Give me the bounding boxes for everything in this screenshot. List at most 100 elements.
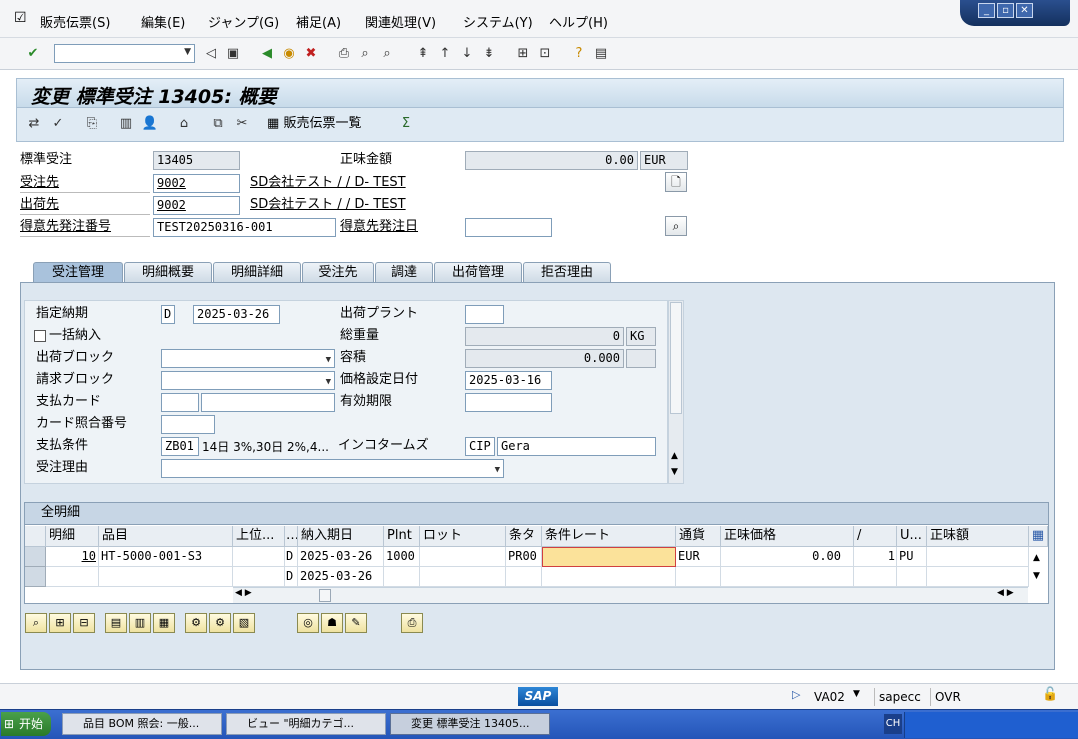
col-header-cond-rate[interactable]: 条件レート <box>542 526 676 547</box>
sales-doc-list-button[interactable]: ▦ 販売伝票一覧 <box>267 115 361 133</box>
taskbar-item-change-order[interactable]: 変更 標準受注 13405... <box>390 713 550 735</box>
enter-check-icon[interactable]: ✔ <box>24 45 42 63</box>
exit-icon[interactable]: ◉ <box>280 45 298 63</box>
shortcut-icon[interactable]: ⊡ <box>536 45 554 63</box>
sum-icon[interactable]: Σ <box>397 115 415 133</box>
back-icon[interactable]: ◀ <box>258 45 276 63</box>
tab-sales[interactable]: 受注管理 <box>33 262 123 283</box>
valid-to-field[interactable] <box>465 393 552 412</box>
sold-to-field[interactable]: 9002 <box>153 174 240 193</box>
menu-icon[interactable]: ☑ <box>14 10 27 26</box>
status-expand-icon[interactable]: ▷ <box>792 688 800 701</box>
find-next-icon[interactable]: ⌕ <box>378 45 396 63</box>
incoterms-field[interactable]: CIP <box>465 437 495 456</box>
table-cell-currency[interactable]: EUR <box>676 547 721 567</box>
incoterms-location-field[interactable]: Gera <box>497 437 656 456</box>
tab-ordering-party[interactable]: 受注先 <box>302 262 374 282</box>
table-cell-plant[interactable] <box>384 567 420 587</box>
partner-icon[interactable]: 👤 <box>141 115 159 133</box>
col-header-net-price[interactable]: 正味価格 <box>721 526 854 547</box>
pricing-date-field[interactable]: 2025-03-16 <box>465 371 552 390</box>
delete-item-icon[interactable]: ✂ <box>233 115 251 133</box>
copy-icon[interactable]: ⧉ <box>209 115 227 133</box>
table-cell-cond-type[interactable] <box>506 567 542 587</box>
table-cell-item[interactable] <box>46 567 99 587</box>
menu-extras[interactable]: 補足(A) <box>296 12 341 31</box>
column-config-icon[interactable]: ▦ <box>1029 526 1048 547</box>
col-header-deliv-date[interactable]: 納入期日 <box>298 526 384 547</box>
table-cell-cond-type[interactable]: PR00 <box>506 547 542 567</box>
table-cell-per[interactable]: 1 <box>854 547 897 567</box>
header-details-icon[interactable]: ▥ <box>117 115 135 133</box>
card-verification-field[interactable] <box>161 415 215 434</box>
check-icon[interactable]: ✓ <box>49 115 67 133</box>
table-cell-higher-level[interactable] <box>233 567 285 587</box>
taskbar-item-bom[interactable]: 品目 BOM 照会: 一般... <box>62 713 222 735</box>
col-header-batch[interactable]: ロット <box>420 526 506 547</box>
table-cell-unit[interactable]: PU <box>897 547 927 567</box>
first-page-icon[interactable]: ⇞ <box>414 45 432 63</box>
tab-procurement[interactable]: 調達 <box>375 262 433 282</box>
table-cell-deliv-date[interactable]: 2025-03-26 <box>298 567 384 587</box>
schedule-lines-button[interactable]: ▧ <box>233 613 255 633</box>
insert-row-button[interactable]: ⊞ <box>49 613 71 633</box>
ship-to-name[interactable]: SD会社テスト / / D- TEST <box>250 196 406 214</box>
table-cell-plant[interactable]: 1000 <box>384 547 420 567</box>
scrollbar-thumb[interactable] <box>670 302 682 414</box>
delivery-block-dropdown[interactable] <box>161 349 335 368</box>
config-button[interactable]: ⚙ <box>209 613 231 633</box>
table-cell-date-type[interactable]: D <box>285 547 298 567</box>
other-document-icon[interactable]: ⎘ <box>83 115 101 133</box>
col-header-date-type[interactable]: … <box>285 526 298 547</box>
payment-card-type-field[interactable] <box>161 393 199 412</box>
table-cell-item[interactable]: 10 <box>46 547 99 567</box>
subscreen-scrollbar[interactable]: ▲ ▼ <box>668 300 684 484</box>
col-header-item[interactable]: 明細 <box>46 526 99 547</box>
find-icon[interactable]: ⌕ <box>356 45 374 63</box>
tab-reason-rejection[interactable]: 拒否理由 <box>523 262 611 282</box>
command-field[interactable] <box>54 44 195 63</box>
grid-hscroll-left-icon[interactable]: ◀ ▶ <box>235 588 252 598</box>
grid-scroll-up-icon[interactable]: ▲ <box>1033 553 1040 563</box>
deliv-plant-field[interactable] <box>465 305 504 324</box>
scroll-down-icon[interactable]: ▼ <box>671 467 678 477</box>
col-header-net-value[interactable]: 正味額 <box>927 526 1029 547</box>
deselect-all-button[interactable]: ▦ <box>153 613 175 633</box>
complete-delivery-checkbox[interactable] <box>34 330 46 342</box>
col-header-per[interactable]: / <box>854 526 897 547</box>
menu-system[interactable]: システム(Y) <box>463 12 533 31</box>
po-number-field[interactable]: TEST20250316-001 <box>153 218 336 237</box>
save-icon[interactable]: ▣ <box>224 45 242 63</box>
edit-item-button[interactable]: ✎ <box>345 613 367 633</box>
header-search-button[interactable]: ⌕ <box>665 216 687 236</box>
table-cell-cond-rate[interactable] <box>542 567 676 587</box>
tab-item-overview[interactable]: 明細概要 <box>124 262 212 282</box>
menu-goto[interactable]: ジャンプ(G) <box>208 12 279 31</box>
table-cell-batch[interactable] <box>420 567 506 587</box>
taskbar-item-view[interactable]: ビュー "明細カテゴ... <box>226 713 386 735</box>
prev-page-icon[interactable]: ↑ <box>436 45 454 63</box>
new-session-icon[interactable]: ⊞ <box>514 45 532 63</box>
tray-language[interactable]: CH <box>884 714 902 734</box>
partner-item-button[interactable]: ☗ <box>321 613 343 633</box>
col-header-higher-level[interactable]: 上位... <box>233 526 285 547</box>
next-page-icon[interactable]: ↓ <box>458 45 476 63</box>
close-icon[interactable]: ✕ <box>1016 3 1033 18</box>
table-cell-date-type[interactable]: D <box>285 567 298 587</box>
select-block-button[interactable]: ▥ <box>129 613 151 633</box>
po-date-field[interactable] <box>465 218 552 237</box>
select-all-button[interactable]: ▤ <box>105 613 127 633</box>
print-icon[interactable]: ⎙ <box>335 45 353 63</box>
table-cell-batch[interactable] <box>420 547 506 567</box>
ship-to-label[interactable]: 出荷先 <box>20 196 150 215</box>
ship-to-field[interactable]: 9002 <box>153 196 240 215</box>
table-cell-higher-level[interactable] <box>233 547 285 567</box>
delete-row-button[interactable]: ⊟ <box>73 613 95 633</box>
menu-edit[interactable]: 編集(E) <box>141 12 185 31</box>
minimize-icon[interactable]: _ <box>978 3 995 18</box>
col-header-cond-type[interactable]: 条タ <box>506 526 542 547</box>
row-selector[interactable] <box>25 547 46 567</box>
table-cell-net-value[interactable] <box>927 547 1029 567</box>
header-doc-button[interactable]: 🗋 <box>665 172 687 192</box>
maximize-icon[interactable]: ▫ <box>997 3 1014 18</box>
